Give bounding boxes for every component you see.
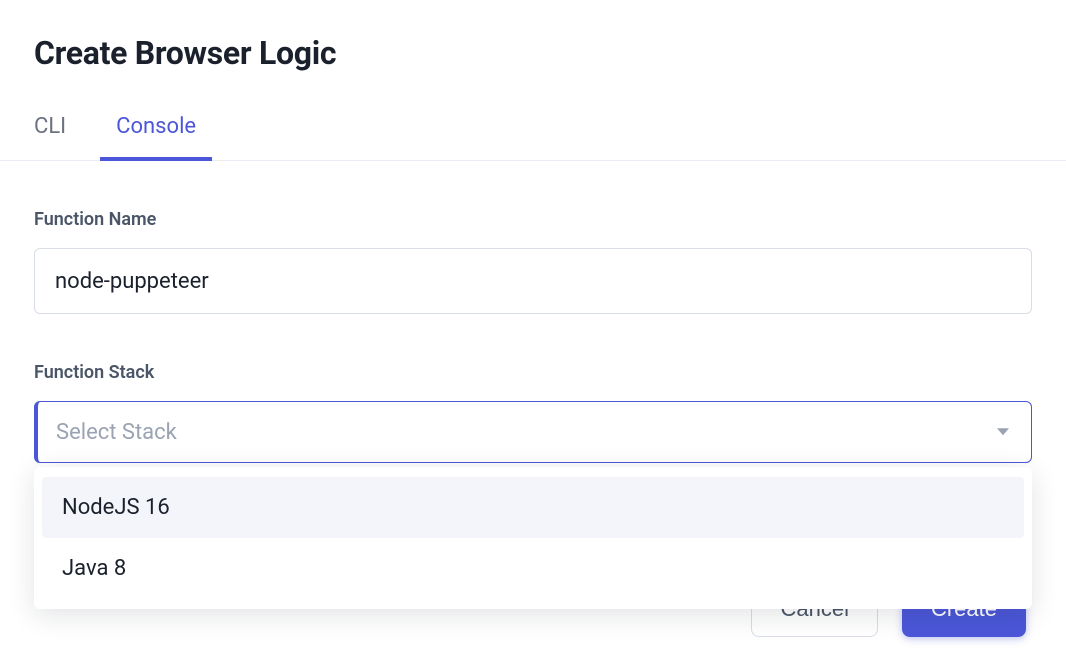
function-stack-label: Function Stack <box>34 362 1032 383</box>
stack-dropdown: NodeJS 16 Java 8 <box>34 467 1032 609</box>
stack-option-nodejs16[interactable]: NodeJS 16 <box>42 477 1024 538</box>
tabs: CLI Console <box>0 114 1066 161</box>
function-name-group: Function Name <box>34 209 1032 314</box>
chevron-down-icon <box>996 418 1010 443</box>
function-name-input[interactable] <box>34 248 1032 314</box>
tab-cli[interactable]: CLI <box>34 114 66 161</box>
function-name-label: Function Name <box>34 209 1032 230</box>
select-placeholder: Select Stack <box>56 420 177 445</box>
function-stack-group: Function Stack Select Stack NodeJS 16 Ja… <box>34 362 1032 463</box>
stack-option-java8[interactable]: Java 8 <box>42 538 1024 599</box>
function-stack-select[interactable]: Select Stack <box>34 401 1032 463</box>
page-title: Create Browser Logic <box>34 34 1032 72</box>
tab-console[interactable]: Console <box>100 114 212 161</box>
